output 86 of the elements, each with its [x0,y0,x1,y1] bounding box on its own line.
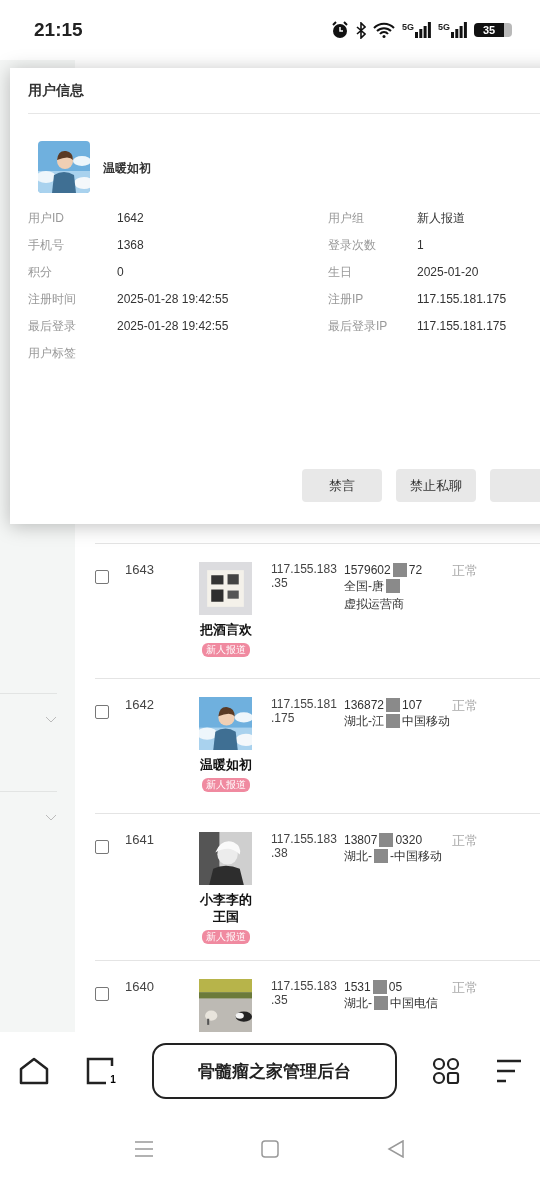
phone-text: 107 [402,697,423,713]
id-cell-text: 1642 [125,697,155,714]
wifi-icon [372,22,395,38]
checkbox[interactable] [95,987,109,1001]
ip-cell-text: 117.155.183.35 [271,979,338,1009]
alarm-icon [330,21,349,39]
signal-icon [451,22,467,38]
redaction-block [372,980,387,994]
field-label: 用户ID [28,210,65,226]
phone-text: 1531 [344,979,371,995]
field-value: 1642 [117,210,145,226]
redaction-block [374,849,388,863]
field-label: 积分 [28,264,53,280]
field-label: 注册IP [328,291,365,307]
group-badge: 新人报道 [201,643,250,657]
redaction-block [392,563,407,577]
location-text: -中国移动 [390,848,442,864]
id-cell-text: 1641 [125,832,155,849]
ip-cell-text: 117.155.183.35 [271,562,338,592]
field-value: 117.155.181.175 [417,291,508,307]
location-text: 中国移动 [402,713,450,729]
battery-level: 35 [474,23,512,37]
status-cell-text: 正常 [452,979,479,997]
redaction-block [374,996,388,1010]
bluetooth-icon [355,21,366,39]
user-name: 温暖如初 [199,756,252,773]
tabs-button[interactable]: 1 [85,1057,116,1085]
field-value: 新人报道 [417,210,466,226]
network-label: 5G [438,22,450,32]
field-value: 2025-01-28 19:42:55 [117,291,230,307]
phone-text: 05 [388,979,403,995]
field-label: 手机号 [28,237,65,253]
id-cell-text: 1640 [125,979,155,996]
phone-text: 136872 [344,697,385,713]
location-text: 湖北- [344,995,372,1011]
checkbox[interactable] [95,840,109,854]
field-label: 最后登录IP [328,318,389,334]
signal-icon [415,22,431,38]
redaction-block [379,833,394,847]
field-value: 2025-01-28 19:42:55 [117,318,230,334]
grid-icon[interactable] [432,1057,461,1085]
ip-cell-text: 117.155.181.175 [271,697,338,727]
group-badge: 新人报道 [201,930,250,944]
address-bar[interactable]: 骨髓瘤之家管理后台 [151,1043,397,1099]
field-label: 用户组 [328,210,365,226]
user-name: 小李李的王国 [199,891,252,925]
home-icon[interactable] [18,1057,50,1085]
redaction-block [386,579,400,593]
redaction-block [386,698,401,712]
field-value: 117.155.181.175 [417,318,508,334]
network-label: 5G [401,22,414,32]
ip-cell-text: 117.155.183.38 [271,832,338,862]
user-name: 温暖如初 [103,159,151,177]
checkbox[interactable] [95,705,109,719]
clock-time: 21:15 [34,19,83,41]
field-label: 登录次数 [328,237,377,253]
id-cell-text: 1643 [125,562,155,579]
field-value: 2025-01-20 [417,264,480,280]
redaction-block [386,714,400,728]
user-name: 把酒言欢 [199,621,252,638]
field-label: 最后登录 [28,318,77,334]
location-text: 湖北-江 [344,713,384,729]
phone-text: 72 [408,562,423,578]
location-text: 湖北- [344,848,372,864]
phone-text: 13807 [344,832,378,848]
field-label: 用户标签 [28,345,77,361]
phone-text: 1579602 [344,562,391,578]
group-badge: 新人报道 [201,778,250,792]
status-cell-text: 正常 [452,832,479,850]
back-icon[interactable] [387,1140,405,1158]
menu-icon[interactable] [496,1059,522,1083]
location-text: 全国-唐 [344,578,384,594]
field-value: 1 [417,237,425,253]
location-text: 中国电信 [390,995,438,1011]
action-button[interactable]: 禁止私聊 [396,469,476,502]
status-cell-text: 正常 [452,697,479,715]
field-value: 0 [117,264,125,280]
location-text: 虚拟运营商 [344,596,404,612]
field-value: 1368 [117,237,145,253]
field-label: 生日 [328,264,353,280]
phone-text: 0320 [395,832,423,848]
status-cell-text: 正常 [452,562,479,580]
field-label: 注册时间 [28,291,77,307]
checkbox[interactable] [95,570,109,584]
dialog-title: 用户信息 [28,80,85,100]
action-button[interactable]: 禁言 [302,469,382,502]
